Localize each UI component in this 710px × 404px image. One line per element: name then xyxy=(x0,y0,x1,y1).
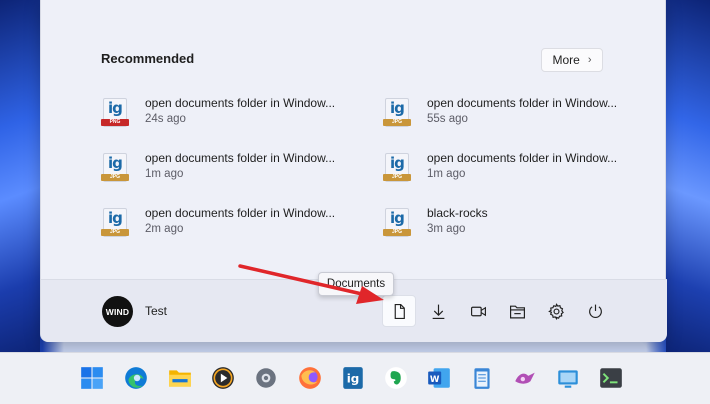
videos-icon xyxy=(470,306,486,316)
more-button[interactable]: More › xyxy=(541,48,603,72)
chevron-right-icon: › xyxy=(587,54,592,66)
irfanview-file-icon: ig JPG xyxy=(383,98,411,128)
file-explorer-button[interactable] xyxy=(500,295,534,327)
more-button-label: More xyxy=(552,53,580,67)
item-name: open documents folder in Window... xyxy=(427,96,618,110)
taskbar-edge[interactable] xyxy=(120,362,152,394)
taskbar-start-button[interactable] xyxy=(76,362,108,394)
irfanview-file-icon: ig JPG xyxy=(101,153,129,183)
item-name: open documents folder in Window... xyxy=(145,151,336,165)
file-explorer-icon xyxy=(169,370,191,387)
item-time: 1m ago xyxy=(427,168,466,180)
user-name[interactable]: Test xyxy=(145,304,167,318)
item-time: 2m ago xyxy=(145,223,184,235)
taskbar-azure-data-studio[interactable] xyxy=(509,362,541,394)
settings-icon xyxy=(547,302,564,320)
file-type-tag: JPG xyxy=(383,229,411,236)
recommended-item[interactable]: ig JPG open documents folder in Window..… xyxy=(383,151,633,191)
terminal-icon xyxy=(600,368,622,388)
taskbar: ig W xyxy=(0,352,710,404)
item-time: 55s ago xyxy=(427,113,468,125)
taskbar-notepad[interactable] xyxy=(466,362,498,394)
recommended-item[interactable]: ig JPG open documents folder in Window..… xyxy=(383,96,633,136)
recommended-item[interactable]: ig JPG black-rocks 3m ago xyxy=(383,206,633,246)
irfanview-file-icon: ig PNG xyxy=(101,98,129,128)
irfanview-file-icon: ig JPG xyxy=(101,208,129,238)
taskbar-irfanview[interactable]: ig xyxy=(337,362,369,394)
item-time: 1m ago xyxy=(145,168,184,180)
documents-tooltip: Documents xyxy=(318,272,394,296)
item-name: black-rocks xyxy=(427,206,488,220)
item-name: open documents folder in Window... xyxy=(427,151,618,165)
taskbar-evernote[interactable] xyxy=(380,362,412,394)
settings-icon xyxy=(256,368,276,388)
remote-desktop-icon xyxy=(558,370,578,388)
item-time: 24s ago xyxy=(145,113,186,125)
wallpaper-right-bloom xyxy=(666,0,710,352)
evernote-icon xyxy=(385,367,407,389)
start-icon xyxy=(81,367,103,389)
avatar[interactable]: WIND xyxy=(102,296,133,327)
downloads-button[interactable] xyxy=(421,295,455,327)
edge-icon xyxy=(125,367,147,389)
notepad-icon xyxy=(474,368,490,389)
irfanview-file-icon: ig JPG xyxy=(383,208,411,238)
power-button[interactable] xyxy=(578,295,612,327)
videos-button[interactable] xyxy=(461,295,495,327)
documents-icon xyxy=(394,303,405,319)
file-type-tag: JPG xyxy=(383,119,411,126)
item-name: open documents folder in Window... xyxy=(145,206,336,220)
file-type-tag: JPG xyxy=(383,174,411,181)
file-type-tag: PNG xyxy=(101,119,129,126)
downloads-icon xyxy=(432,304,444,319)
recommended-item[interactable]: ig JPG open documents folder in Window..… xyxy=(101,151,351,191)
word-icon: W xyxy=(428,368,450,388)
taskbar-settings[interactable] xyxy=(250,362,282,394)
taskbar-file-explorer[interactable] xyxy=(164,362,196,394)
recommended-heading: Recommended xyxy=(101,51,195,66)
taskbar-media-player[interactable] xyxy=(207,362,239,394)
firefox-icon xyxy=(299,367,321,389)
documents-button[interactable] xyxy=(382,295,416,327)
settings-button[interactable] xyxy=(539,295,573,327)
taskbar-firefox[interactable] xyxy=(294,362,326,394)
irfanview-file-icon: ig JPG xyxy=(383,153,411,183)
file-explorer-icon xyxy=(509,305,525,318)
file-type-tag: JPG xyxy=(101,174,129,181)
power-icon xyxy=(588,304,602,318)
wallpaper-left-bloom xyxy=(0,0,40,352)
svg-text:W: W xyxy=(430,375,440,385)
item-name: open documents folder in Window... xyxy=(145,96,336,110)
file-type-tag: JPG xyxy=(101,229,129,236)
svg-text:ig: ig xyxy=(347,371,360,385)
recommended-item[interactable]: ig JPG open documents folder in Window..… xyxy=(101,206,351,246)
taskbar-remote-desktop[interactable] xyxy=(552,362,584,394)
irfanview-icon: ig xyxy=(343,367,363,389)
recommended-item[interactable]: ig PNG open documents folder in Window..… xyxy=(101,96,351,136)
taskbar-word[interactable]: W xyxy=(423,362,455,394)
item-time: 3m ago xyxy=(427,223,466,235)
azure-data-studio-icon xyxy=(515,372,535,384)
media-player-icon xyxy=(212,367,234,389)
taskbar-terminal[interactable] xyxy=(595,362,627,394)
